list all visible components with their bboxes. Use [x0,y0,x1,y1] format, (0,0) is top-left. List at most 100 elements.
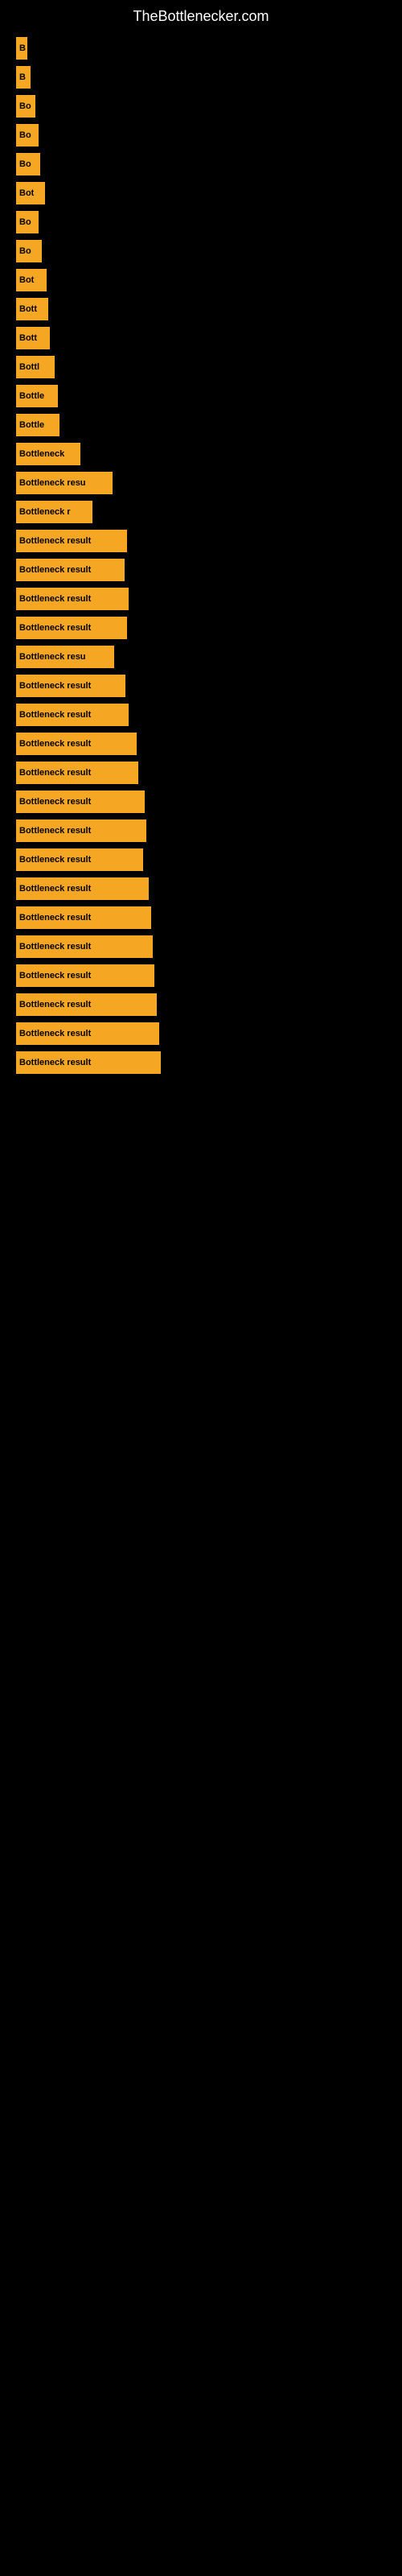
bar-row: Bott [16,327,386,349]
bar-label: Bottleneck result [19,739,91,749]
bar-item: Bottleneck result [16,762,138,784]
bar-row: Bottleneck result [16,964,386,987]
bar-row: Bo [16,153,386,175]
bar-item: Bottleneck r [16,501,92,523]
bar-label: Bottleneck result [19,797,91,807]
bar-row: Bottleneck result [16,530,386,552]
bar-row: Bottleneck result [16,762,386,784]
bar-item: Bottleneck resu [16,472,113,494]
bar-label: Bo [19,246,31,256]
bar-label: Bott [19,333,37,343]
bar-item: Bottleneck result [16,791,145,813]
bar-item: Bottleneck [16,443,80,465]
bar-row: Bottleneck result [16,906,386,929]
bar-item: Bo [16,211,39,233]
bar-item: Bottleneck result [16,588,129,610]
bar-row: Bot [16,182,386,204]
bar-row: Bott [16,298,386,320]
bar-label: Bo [19,159,31,169]
bar-label: Bottleneck result [19,884,91,894]
bar-row: Bottl [16,356,386,378]
bar-label: Bottleneck result [19,1058,91,1067]
bar-item: Bottleneck result [16,617,127,639]
bar-label: B [19,72,26,82]
bar-row: Bo [16,95,386,118]
bar-label: Bo [19,217,31,227]
bar-label: Bot [19,275,34,285]
bar-row: Bottleneck result [16,819,386,842]
bar-row: Bottleneck result [16,588,386,610]
bar-row: Bottleneck result [16,675,386,697]
bar-row: Bottleneck resu [16,646,386,668]
bar-label: Bo [19,101,31,111]
bar-row: Bo [16,211,386,233]
bar-label: Bottleneck result [19,942,91,952]
bar-label: Bottle [19,391,44,401]
bar-item: Bottl [16,356,55,378]
bar-item: Bo [16,95,35,118]
bar-label: Bo [19,130,31,140]
bar-row: Bottleneck result [16,993,386,1016]
bar-row: Bottle [16,385,386,407]
bar-item: Bottleneck result [16,675,125,697]
bar-label: Bottleneck result [19,594,91,604]
bar-row: Bottleneck result [16,848,386,871]
bar-label: Bottl [19,362,39,372]
bar-label: Bottle [19,420,44,430]
bar-item: Bottleneck result [16,530,127,552]
bar-row: Bo [16,124,386,147]
bar-label: Bottleneck resu [19,652,86,662]
bar-row: Bottleneck result [16,877,386,900]
bar-row: Bottleneck result [16,733,386,755]
bar-label: Bottleneck result [19,536,91,546]
bar-label: Bottleneck result [19,971,91,980]
bar-item: Bottleneck result [16,935,153,958]
bar-label: Bottleneck result [19,826,91,836]
bar-item: Bottleneck resu [16,646,114,668]
bar-label: Bottleneck resu [19,478,86,488]
bar-label: Bottleneck result [19,623,91,633]
bar-item: Bo [16,240,42,262]
bar-row: Bottleneck result [16,935,386,958]
bar-item: B [16,37,27,60]
bar-label: Bott [19,304,37,314]
bar-item: Bottleneck result [16,964,154,987]
bar-item: Bottleneck result [16,906,151,929]
bar-item: Bottleneck result [16,993,157,1016]
bar-label: Bot [19,188,34,198]
bar-item: Bottleneck result [16,1022,159,1045]
bar-row: Bottleneck r [16,501,386,523]
bar-item: Bottleneck result [16,704,129,726]
bar-row: Bottleneck result [16,559,386,581]
bar-item: Bottleneck result [16,877,149,900]
bar-item: Bottleneck result [16,848,143,871]
bar-row: Bottleneck result [16,1022,386,1045]
bar-label: Bottleneck result [19,1000,91,1009]
bar-item: Bott [16,327,50,349]
bar-label: Bottleneck result [19,768,91,778]
bar-item: Bott [16,298,48,320]
bar-label: Bottleneck r [19,507,71,517]
bar-row: B [16,66,386,89]
bar-item: Bo [16,153,40,175]
bars-container: B B Bo Bo Bo Bot Bo Bo Bot Bott Bott Bottl Bottle Bot… [0,29,402,1088]
bar-item: Bottleneck result [16,819,146,842]
bar-row: Bottleneck result [16,617,386,639]
bar-label: B [19,43,26,53]
bar-item: Bottleneck result [16,733,137,755]
bar-label: Bottleneck result [19,855,91,865]
bar-item: B [16,66,31,89]
bar-row: B [16,37,386,60]
bar-row: Bottleneck result [16,1051,386,1074]
bar-item: Bot [16,182,45,204]
bar-row: Bo [16,240,386,262]
bar-item: Bottle [16,414,59,436]
bar-row: Bottleneck result [16,791,386,813]
bar-item: Bottleneck result [16,1051,161,1074]
site-title-text: TheBottlenecker.com [0,0,402,29]
bar-label: Bottleneck result [19,681,91,691]
bar-item: Bot [16,269,47,291]
bar-row: Bottleneck [16,443,386,465]
bar-row: Bottle [16,414,386,436]
bar-label: Bottleneck result [19,565,91,575]
